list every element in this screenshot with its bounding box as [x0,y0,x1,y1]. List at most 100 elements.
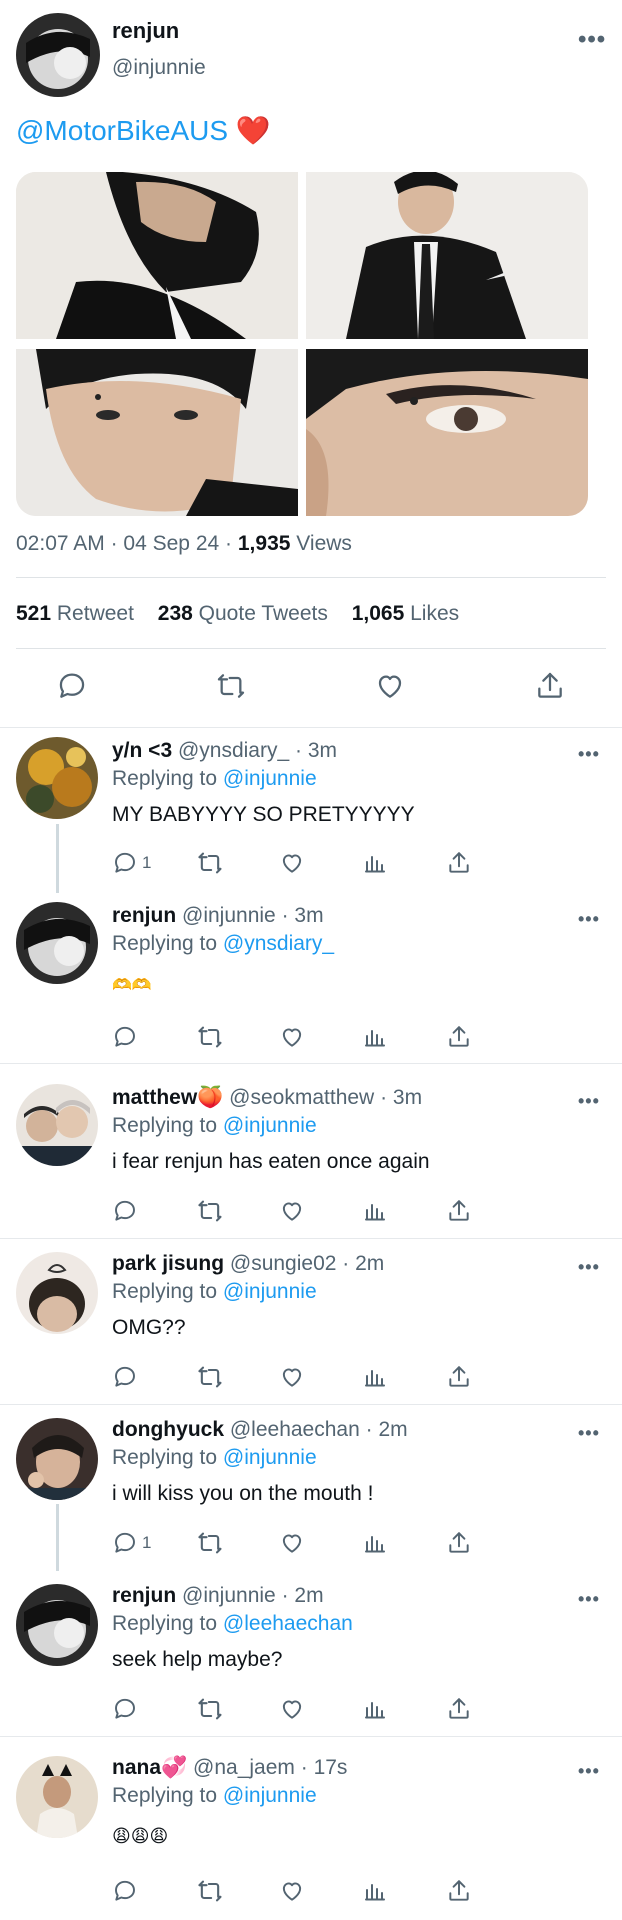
more-icon[interactable]: ••• [578,910,600,928]
avatar[interactable] [16,1756,98,1838]
reply-author-name[interactable]: donghyuck [112,1418,224,1441]
reply-author-handle[interactable]: @na_jaem [193,1756,295,1779]
mention-link[interactable]: @injunnie [223,1114,317,1137]
reply-button[interactable] [112,1363,142,1391]
like-button[interactable] [279,1023,305,1051]
reply-author-name[interactable]: renjun [112,904,176,927]
photo-helmet[interactable] [16,172,298,339]
reply-author-handle[interactable]: @leehaechan [230,1418,360,1441]
reply-button[interactable] [112,1877,142,1905]
reply-author-name[interactable]: park jisung [112,1252,224,1275]
retweet-icon [196,849,224,877]
reply-author-name[interactable]: y/n <3 [112,739,172,762]
share-button[interactable] [446,1197,472,1225]
share-button[interactable] [534,670,566,702]
reply-tweet[interactable]: nana💞 @na_jaem · 17s ••• Replying to @in… [0,1737,622,1920]
like-button[interactable] [279,1363,305,1391]
views-button[interactable] [363,1877,387,1905]
quotes-stat[interactable]: 238 Quote Tweets [158,602,328,625]
header-separator: · [281,1584,289,1607]
reply-tweet[interactable]: park jisung @sungie02 · 2m ••• Replying … [0,1239,622,1404]
retweet-button[interactable] [196,1877,224,1905]
reply-author-handle[interactable]: @ynsdiary_ [178,739,289,762]
like-button[interactable] [374,670,406,702]
views-button[interactable] [363,1529,387,1557]
author-handle[interactable]: @injunnie [112,56,206,80]
reply-tweet[interactable]: donghyuck @leehaechan · 2m ••• Replying … [0,1405,622,1571]
reply-actions [112,1877,542,1905]
share-button[interactable] [446,1023,472,1051]
reply-author-name[interactable]: nana💞 [112,1756,187,1779]
reply-author-handle[interactable]: @injunnie [182,1584,276,1607]
reply-tweet[interactable]: y/n <3 @ynsdiary_ · 3m ••• Replying to @… [0,728,622,893]
mention-link[interactable]: @injunnie [223,1446,317,1469]
more-icon[interactable]: ••• [578,28,606,52]
avatar[interactable] [16,13,100,97]
reply-text: MY BABYYYY SO PRETYYYYY [112,803,415,826]
views-button[interactable] [363,1363,387,1391]
mention-link[interactable]: @injunnie [223,767,317,790]
share-button[interactable] [446,1695,472,1723]
like-button[interactable] [279,1877,305,1905]
mention-link[interactable]: @ynsdiary_ [223,932,334,955]
more-icon[interactable]: ••• [578,1590,600,1608]
reply-button[interactable] [56,670,88,702]
avatar[interactable] [16,1418,98,1500]
views-button[interactable] [363,849,387,877]
views-button[interactable] [363,1695,387,1723]
like-button[interactable] [279,849,305,877]
likes-stat[interactable]: 1,065 Likes [352,602,459,625]
reply-author-handle[interactable]: @sungie02 [230,1252,337,1275]
reply-author-handle[interactable]: @injunnie [182,904,276,927]
avatar[interactable] [16,1584,98,1666]
share-button[interactable] [446,1529,472,1557]
mention-link[interactable]: @injunnie [223,1280,317,1303]
reply-author-name[interactable]: matthew🍑 [112,1086,223,1109]
avatar[interactable] [16,737,98,819]
reply-button[interactable]: 1 [112,1529,151,1557]
avatar[interactable] [16,1252,98,1334]
more-icon[interactable]: ••• [578,1258,600,1276]
reply-tweet[interactable]: renjun @injunnie · 2m ••• Replying to @l… [0,1571,622,1736]
retweets-stat[interactable]: 521 Retweet [16,602,134,625]
retweet-button[interactable] [196,1529,224,1557]
retweet-button[interactable] [196,849,224,877]
reply-tweet[interactable]: matthew🍑 @seokmatthew · 3m ••• Replying … [0,1064,622,1238]
reply-tweet[interactable]: renjun @injunnie · 3m ••• Replying to @y… [0,893,622,1063]
reply-author-name[interactable]: renjun [112,1584,176,1607]
views-button[interactable] [363,1197,387,1225]
avatar[interactable] [16,902,98,984]
author-name[interactable]: renjun [112,18,179,44]
avatar[interactable] [16,1084,98,1166]
photo-suit[interactable] [306,172,588,339]
reply-author-handle[interactable]: @seokmatthew [229,1086,374,1109]
reply-button[interactable]: 1 [112,849,151,877]
mention-link[interactable]: @injunnie [223,1784,317,1807]
mention-link[interactable]: @leehaechan [223,1612,353,1635]
more-icon[interactable]: ••• [578,745,600,763]
share-button[interactable] [446,849,472,877]
reply-button[interactable] [112,1023,142,1051]
more-icon[interactable]: ••• [578,1762,600,1780]
retweet-button[interactable] [196,1197,224,1225]
retweet-button[interactable] [215,670,247,702]
share-button[interactable] [446,1877,472,1905]
views-button[interactable] [363,1023,387,1051]
reply-button[interactable] [112,1197,142,1225]
retweets-count: 521 [16,602,52,625]
more-icon[interactable]: ••• [578,1424,600,1442]
like-button[interactable] [279,1695,305,1723]
share-button[interactable] [446,1363,472,1391]
photo-closeup[interactable] [16,349,298,516]
like-button[interactable] [279,1529,305,1557]
retweet-button[interactable] [196,1695,224,1723]
photo-eye[interactable] [306,349,588,516]
mention-link[interactable]: @MotorBikeAUS [16,115,228,146]
header-separator: · [380,1086,388,1109]
retweet-button[interactable] [196,1363,224,1391]
more-icon[interactable]: ••• [578,1092,600,1110]
reply-button[interactable] [112,1695,142,1723]
like-button[interactable] [279,1197,305,1225]
speech-bubble-icon [112,1364,138,1390]
retweet-button[interactable] [196,1023,224,1051]
